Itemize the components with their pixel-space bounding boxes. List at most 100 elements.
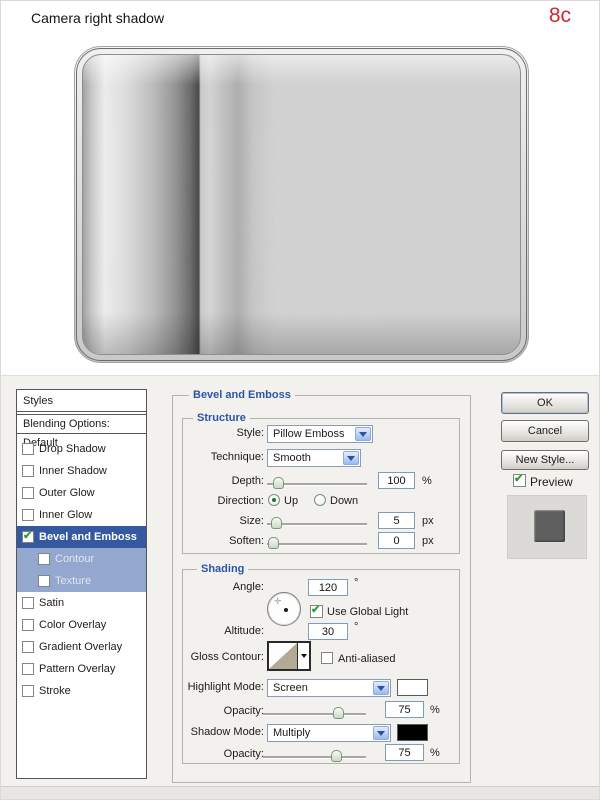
soften-input[interactable] — [378, 532, 415, 549]
style-item-outer-glow[interactable]: Outer Glow — [17, 482, 146, 504]
style-item-label: Gradient Overlay — [39, 641, 122, 653]
direction-label: Direction: — [154, 495, 264, 507]
slider-thumb[interactable] — [331, 750, 342, 762]
cancel-button[interactable]: Cancel — [501, 420, 589, 442]
checkbox-icon[interactable] — [22, 663, 34, 675]
technique-dropdown-value: Smooth — [273, 452, 311, 464]
checkbox-checked-icon[interactable] — [22, 531, 34, 543]
page-title: Camera right shadow — [31, 10, 164, 26]
checkbox-icon[interactable] — [22, 465, 34, 477]
style-item-label: Texture — [55, 575, 91, 587]
shadow-mode-label: Shadow Mode: — [154, 726, 264, 738]
angle-input[interactable] — [308, 579, 348, 596]
structure-legend: Structure — [193, 412, 250, 424]
highlight-color-swatch[interactable] — [397, 679, 428, 696]
checkbox-icon[interactable] — [22, 443, 34, 455]
slider-thumb[interactable] — [271, 517, 282, 529]
screenshot-root: Camera right shadow 8c Styles Blending O… — [0, 0, 600, 800]
layer-style-dialog: Styles Blending Options: Default Drop Sh… — [1, 375, 600, 800]
blending-options-item[interactable]: Blending Options: Default — [17, 415, 146, 434]
new-style-button[interactable]: New Style... — [501, 450, 589, 470]
shadow-opacity-input[interactable] — [385, 744, 424, 761]
anti-aliased-label: Anti-aliased — [338, 653, 395, 665]
shadow-mode-dropdown[interactable]: Multiply — [267, 724, 391, 742]
angle-dial[interactable]: ✛ — [267, 592, 301, 626]
dial-center-dot — [284, 608, 288, 612]
style-item-contour[interactable]: Contour — [17, 548, 146, 570]
soften-slider[interactable] — [267, 543, 367, 545]
checkbox-icon[interactable] — [22, 509, 34, 521]
highlight-opacity-slider[interactable] — [263, 713, 366, 715]
chevron-down-icon[interactable] — [343, 451, 359, 465]
style-item-label: Contour — [55, 553, 94, 565]
checkbox-icon[interactable] — [22, 619, 34, 631]
style-item-label: Outer Glow — [39, 487, 95, 499]
style-item-inner-shadow[interactable]: Inner Shadow — [17, 460, 146, 482]
styles-list: Drop Shadow Inner Shadow Outer Glow Inne… — [17, 434, 146, 702]
shadow-opacity-slider[interactable] — [263, 756, 366, 758]
depth-input[interactable] — [378, 472, 415, 489]
highlight-mode-value: Screen — [273, 682, 308, 694]
gloss-contour-label: Gloss Contour: — [154, 651, 264, 663]
style-label: Style: — [154, 427, 264, 439]
style-item-color-overlay[interactable]: Color Overlay — [17, 614, 146, 636]
style-item-satin[interactable]: Satin — [17, 592, 146, 614]
slider-thumb[interactable] — [268, 537, 279, 549]
size-input[interactable] — [378, 512, 415, 529]
preview-label: Preview — [530, 475, 573, 489]
chevron-down-icon[interactable] — [297, 643, 309, 669]
angle-unit: ° — [354, 577, 358, 589]
shadow-color-swatch[interactable] — [397, 724, 428, 741]
ok-button[interactable]: OK — [501, 392, 589, 414]
use-global-light-checkbox[interactable] — [310, 605, 323, 618]
chevron-down-icon[interactable] — [355, 427, 371, 441]
style-item-stroke[interactable]: Stroke — [17, 680, 146, 702]
depth-label: Depth: — [154, 475, 264, 487]
preview-checkbox[interactable] — [513, 474, 526, 487]
size-slider[interactable] — [267, 523, 367, 525]
step-tag: 8c — [549, 4, 571, 28]
shadow-mode-value: Multiply — [273, 727, 310, 739]
altitude-input[interactable] — [308, 623, 348, 640]
camera-artwork — [74, 46, 529, 363]
style-item-gradient-overlay[interactable]: Gradient Overlay — [17, 636, 146, 658]
highlight-mode-label: Highlight Mode: — [154, 681, 264, 693]
angle-label: Angle: — [154, 581, 264, 593]
style-item-bevel-and-emboss[interactable]: Bevel and Emboss — [17, 526, 146, 548]
style-dropdown[interactable]: Pillow Emboss — [267, 425, 373, 443]
style-item-texture[interactable]: Texture — [17, 570, 146, 592]
shadow-opacity-label: Opacity: — [154, 748, 264, 760]
highlight-mode-dropdown[interactable]: Screen — [267, 679, 391, 697]
checkbox-icon[interactable] — [38, 575, 50, 587]
direction-down-label: Down — [330, 495, 358, 507]
anti-aliased-checkbox[interactable] — [321, 652, 333, 664]
size-unit: px — [422, 515, 434, 527]
style-item-label: Satin — [39, 597, 64, 609]
checkbox-icon[interactable] — [22, 685, 34, 697]
shading-legend: Shading — [197, 563, 248, 575]
checkbox-icon[interactable] — [22, 597, 34, 609]
checkbox-icon[interactable] — [22, 487, 34, 499]
preview-style-chip — [534, 510, 565, 542]
direction-down-radio[interactable] — [314, 494, 326, 506]
technique-dropdown[interactable]: Smooth — [267, 449, 361, 467]
chevron-down-icon[interactable] — [373, 726, 389, 740]
styles-panel-header: Styles — [17, 390, 146, 412]
checkbox-icon[interactable] — [22, 641, 34, 653]
panel-title: Bevel and Emboss — [189, 389, 295, 401]
camera-rim — [76, 48, 527, 361]
soften-unit: px — [422, 535, 434, 547]
style-item-pattern-overlay[interactable]: Pattern Overlay — [17, 658, 146, 680]
style-item-inner-glow[interactable]: Inner Glow — [17, 504, 146, 526]
highlight-opacity-input[interactable] — [385, 701, 424, 718]
style-item-label: Inner Shadow — [39, 465, 107, 477]
slider-thumb[interactable] — [333, 707, 344, 719]
chevron-down-icon[interactable] — [373, 681, 389, 695]
gloss-contour-picker[interactable] — [267, 641, 311, 671]
direction-up-radio[interactable] — [268, 494, 280, 506]
slider-thumb[interactable] — [273, 477, 284, 489]
checkbox-icon[interactable] — [38, 553, 50, 565]
size-label: Size: — [154, 515, 264, 527]
depth-slider[interactable] — [267, 483, 367, 485]
depth-unit: % — [422, 475, 432, 487]
